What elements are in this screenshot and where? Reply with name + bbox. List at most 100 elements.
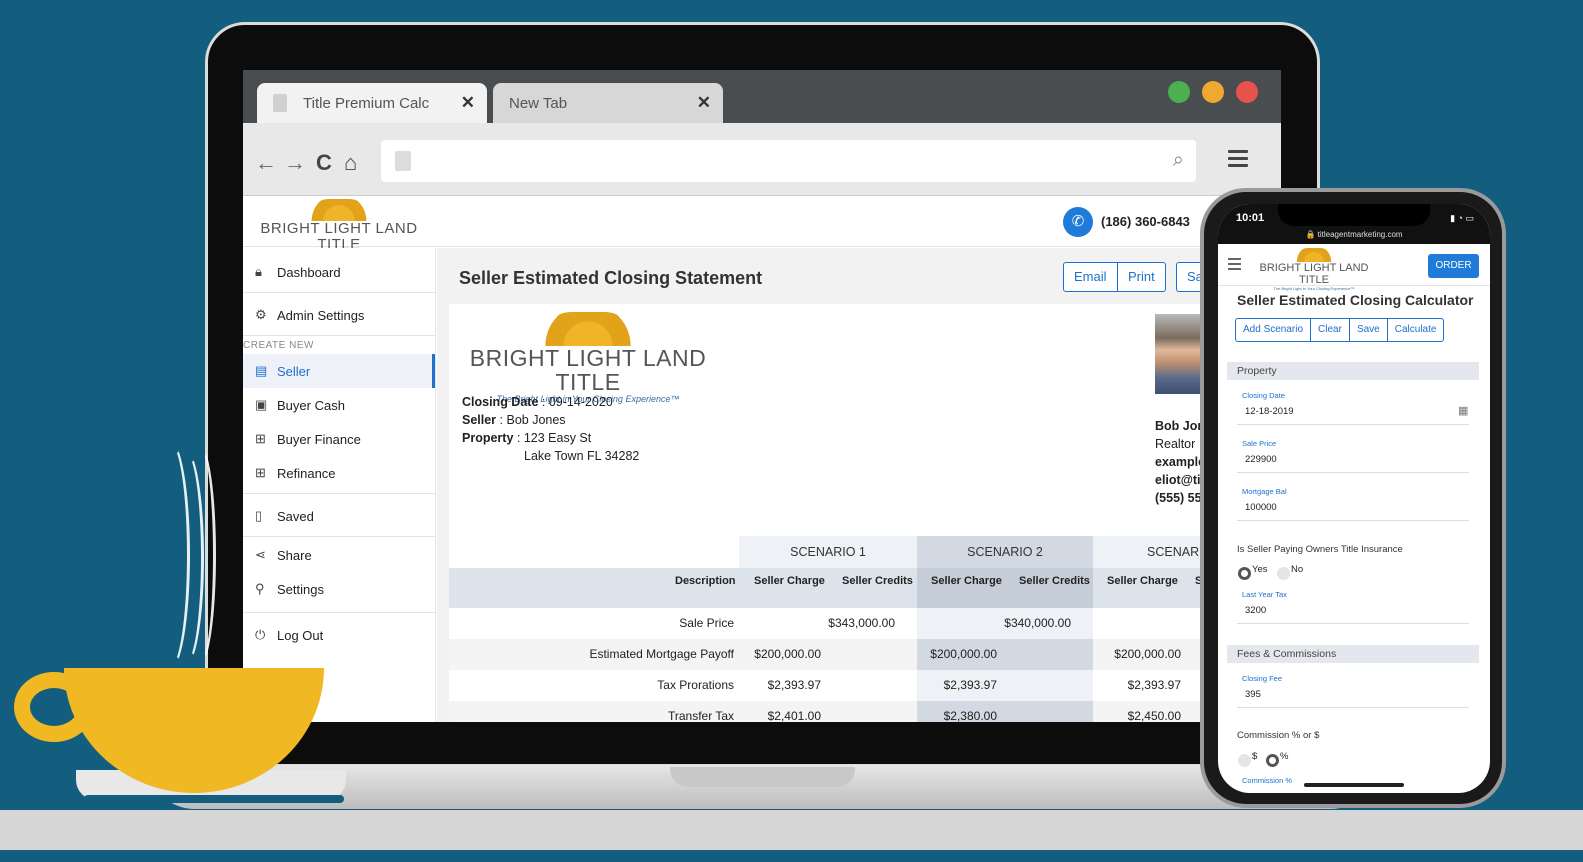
closing-fee-field[interactable]: 395 <box>1245 689 1261 700</box>
sidebar-item-label: Buyer Finance <box>277 431 361 447</box>
sidebar-item-refinance[interactable]: ⊞ Refinance <box>243 456 435 490</box>
sidebar-item-log-out[interactable]: ⏻ Log Out <box>243 614 435 656</box>
phone-url[interactable]: 🔒 titleagentmarketing.com <box>1218 226 1490 244</box>
brand-logo[interactable]: BRIGHT LIGHT LAND TITLE The Bright Light… <box>1252 248 1376 291</box>
mortgage-bal-field[interactable]: 100000 <box>1245 502 1277 513</box>
seller-line: Seller : Bob Jones <box>462 413 566 427</box>
no-radio[interactable] <box>1277 567 1290 580</box>
table-row: Sale Price $343,000.00 $340,000.00 $ <box>449 608 1281 639</box>
property-line-2: Lake Town FL 34282 <box>524 449 640 463</box>
page-icon <box>395 151 411 171</box>
table-row: Tax Prorations $2,393.97 $2,393.97 $2,39… <box>449 670 1281 701</box>
home-icon[interactable]: ⌂ <box>344 150 357 176</box>
window-maximize-dot[interactable] <box>1168 81 1190 103</box>
laptop-notch <box>670 767 855 787</box>
closing-fee-label: Closing Fee <box>1242 674 1283 683</box>
commission-question: Commission % or $ <box>1237 730 1320 741</box>
clear-button[interactable]: Clear <box>1310 318 1350 342</box>
sidebar-item-admin-settings[interactable]: ⚙ Admin Settings <box>243 294 435 336</box>
tab-new-tab[interactable]: New Tab ✕ <box>493 83 723 123</box>
create-new-caption: CREATE NEW <box>243 340 314 351</box>
phone-icon[interactable]: ✆ <box>1063 207 1093 237</box>
closing-date-field[interactable]: 12-18-2019 <box>1245 406 1294 417</box>
calculate-button[interactable]: Calculate <box>1386 318 1445 342</box>
address-bar[interactable]: ⌕ <box>381 140 1196 182</box>
email-button[interactable]: Email <box>1063 262 1118 292</box>
sidebar-item-share[interactable]: ⋖ Share <box>243 538 435 572</box>
dollar-radio[interactable] <box>1238 754 1251 767</box>
section-property[interactable]: Property <box>1227 362 1479 380</box>
column-header: Seller Charge <box>754 575 825 587</box>
window-minimize-dot[interactable] <box>1202 81 1224 103</box>
brand-tagline: The Bright Light in Your Closing Experie… <box>1273 286 1355 291</box>
main-content: Seller Estimated Closing Statement Email… <box>437 248 1281 722</box>
statement-logo: BRIGHT LIGHT LAND TITLE The Bright Light… <box>463 312 713 404</box>
gear-icon: ⚙ <box>255 307 267 322</box>
brand-name: BRIGHT LIGHT LAND TITLE <box>1259 262 1369 286</box>
phone-screen: 10:01 ▮ ◔ ▭ 🔒 titleagentmarketing.com BR… <box>1218 204 1490 793</box>
forward-arrow-icon[interactable]: → <box>284 150 306 176</box>
sidebar-item-settings[interactable]: ⚲ Settings <box>243 572 435 606</box>
close-icon[interactable]: ✕ <box>461 93 475 113</box>
tab-label: Title Premium Calc <box>303 94 430 112</box>
yes-radio[interactable] <box>1238 567 1251 580</box>
sidebar-item-seller[interactable]: ▤ Seller <box>243 354 435 388</box>
sidebar-item-buyer-cash[interactable]: ▣ Buyer Cash <box>243 388 435 422</box>
search-icon[interactable]: ⌕ <box>1173 149 1184 172</box>
browser-tabbar: Title Premium Calc ✕ New Tab ✕ <box>243 70 1281 123</box>
back-arrow-icon[interactable]: ← <box>255 150 277 176</box>
percent-radio[interactable] <box>1266 754 1279 767</box>
closing-date-line: Closing Date : 09-14-2020 <box>462 395 613 409</box>
sidebar-item-label: Log Out <box>277 627 324 643</box>
phone-status-bar: 10:01 ▮ ◔ ▭ 🔒 titleagentmarketing.com <box>1218 204 1490 244</box>
sidebar-item-buyer-finance[interactable]: ⊞ Buyer Finance <box>243 422 435 456</box>
share-icon: ⋖ <box>255 547 266 562</box>
scenario-header: SCENARIO 1 <box>790 545 866 559</box>
yes-label: Yes <box>1252 564 1268 575</box>
steam-line <box>184 445 216 665</box>
bookmark-icon: ▯ <box>255 508 263 523</box>
agent-name: Bob Jon <box>1155 419 1205 433</box>
last-year-tax-field[interactable]: 3200 <box>1245 605 1266 616</box>
dollar-label: $ <box>1252 751 1258 762</box>
column-header: Seller Credits <box>1019 575 1090 587</box>
statement-card: BRIGHT LIGHT LAND TITLE The Bright Light… <box>449 304 1281 722</box>
lock-icon: 🔒︎ <box>255 264 262 279</box>
scenario-header: SCENARIO 2 <box>967 545 1043 559</box>
close-icon[interactable]: ✕ <box>697 93 711 113</box>
save-button[interactable]: Save <box>1348 318 1388 342</box>
phone-number[interactable]: (186) 360-6843 <box>1101 214 1190 229</box>
print-button[interactable]: Print <box>1117 262 1166 292</box>
table-header-row: Description Seller Charge Seller Credits… <box>449 568 1281 608</box>
hamburger-menu-icon[interactable] <box>1228 150 1248 171</box>
saucer-shadow <box>84 795 344 803</box>
column-header: Seller Credits <box>842 575 913 587</box>
sidebar-item-label: Admin Settings <box>277 307 365 323</box>
owners-insurance-question: Is Seller Paying Owners Title Insurance <box>1237 544 1403 555</box>
reload-icon[interactable]: C <box>316 150 332 176</box>
phone-action-buttons: Add Scenario Clear Save Calculate <box>1235 318 1445 342</box>
sale-price-field[interactable]: 229900 <box>1245 454 1277 465</box>
agent-email[interactable]: eliot@tit <box>1155 473 1205 487</box>
sidebar-item-label: Dashboard <box>277 264 341 280</box>
add-scenario-button[interactable]: Add Scenario <box>1235 318 1312 342</box>
sale-price-label: Sale Price <box>1242 439 1277 448</box>
tab-title-premium-calc[interactable]: Title Premium Calc ✕ <box>257 83 487 123</box>
tab-label: New Tab <box>509 94 568 112</box>
section-fees-commissions[interactable]: Fees & Commissions <box>1227 645 1479 663</box>
order-button[interactable]: ORDER <box>1428 254 1479 278</box>
sun-burst-logo-icon <box>1294 248 1334 262</box>
commission-pct-label: Commission % <box>1242 776 1293 785</box>
hamburger-menu-icon[interactable] <box>1228 258 1241 273</box>
percent-label: % <box>1280 751 1289 762</box>
brand-name: BRIGHT LIGHT LAND TITLE <box>469 345 707 395</box>
home-indicator[interactable] <box>1304 783 1404 787</box>
window-close-dot[interactable] <box>1236 81 1258 103</box>
sidebar-item-label: Seller <box>277 363 311 379</box>
sidebar-item-saved[interactable]: ▯ Saved <box>243 495 435 537</box>
sidebar-item-dashboard[interactable]: 🔒︎ Dashboard <box>243 251 435 293</box>
sidebar-item-label: Settings <box>277 581 324 597</box>
mortgage-bal-label: Mortgage Bal <box>1242 487 1287 496</box>
brand-logo[interactable]: BRIGHT LIGHT LAND TITLE The Bright Light… <box>249 199 429 259</box>
calendar-icon[interactable]: ▦ <box>1458 404 1468 417</box>
